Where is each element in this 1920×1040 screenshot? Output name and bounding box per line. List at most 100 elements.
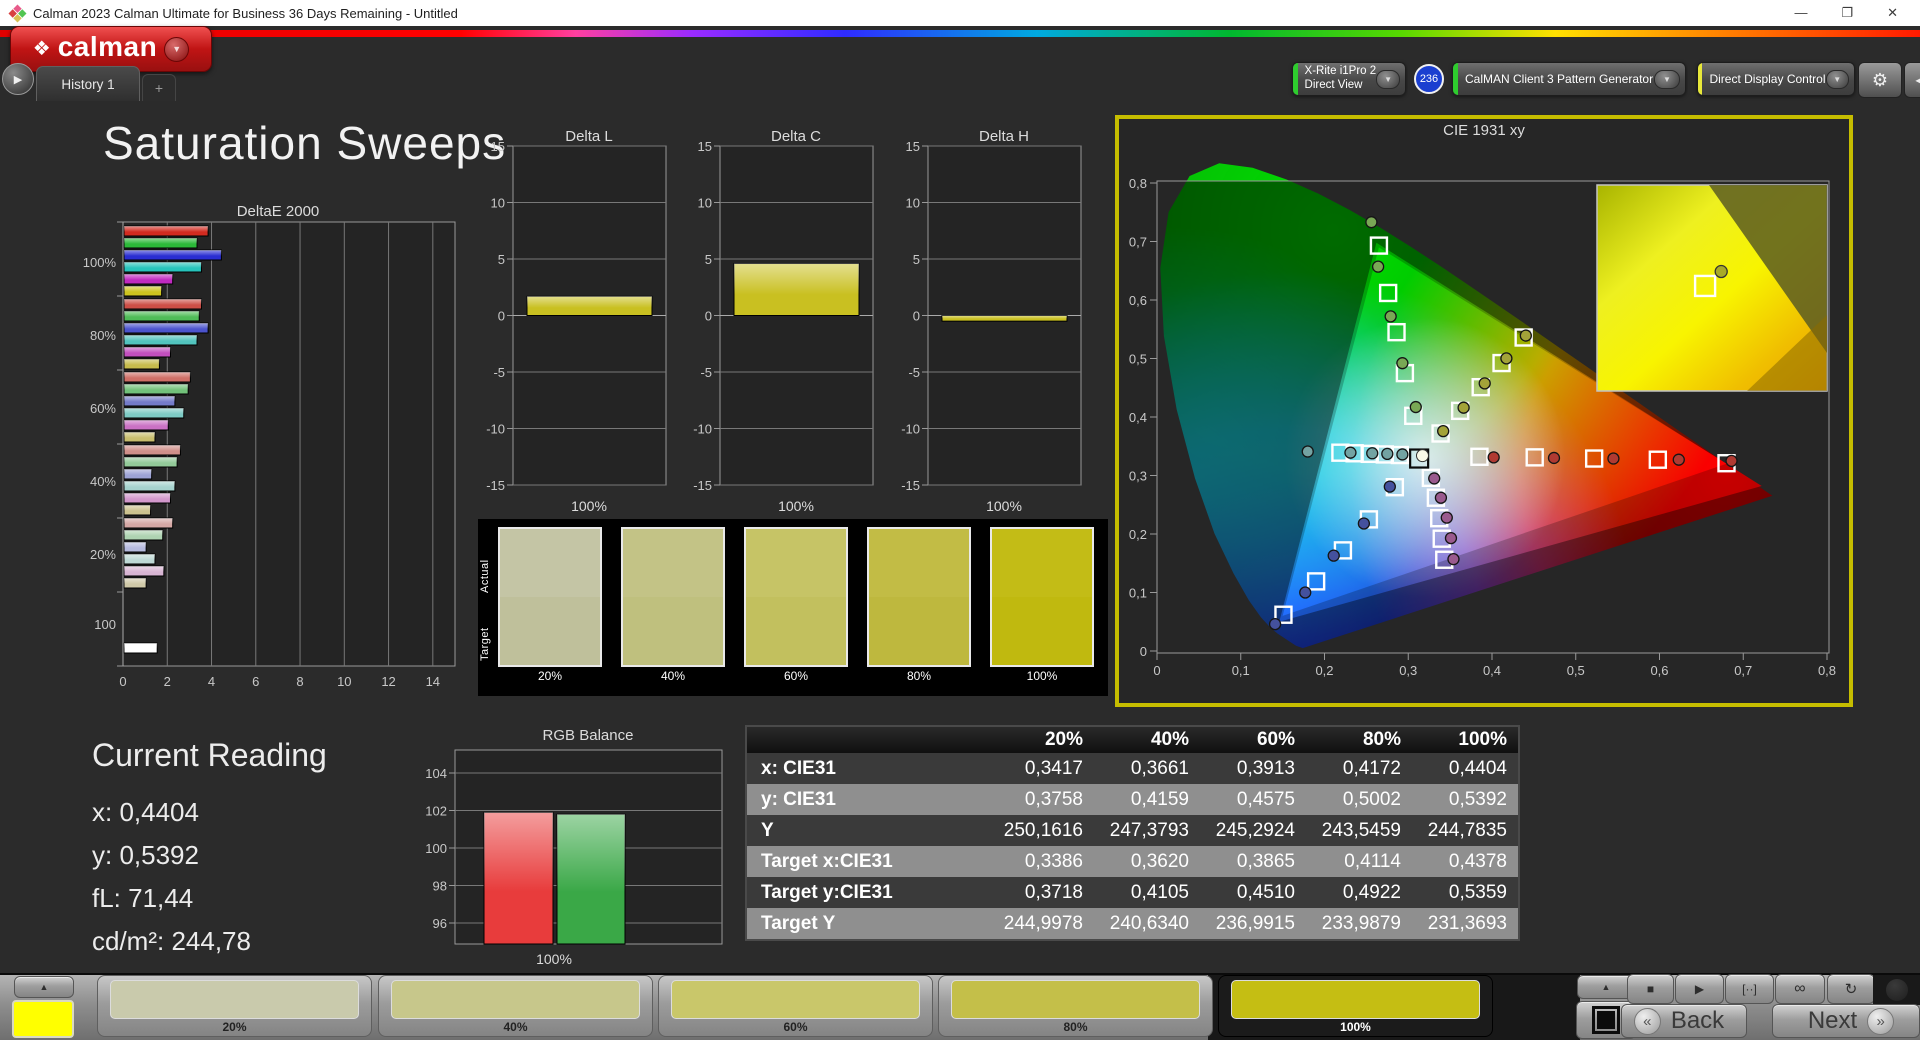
svg-text:Delta H: Delta H xyxy=(979,128,1029,145)
pattern-swatch-80%[interactable]: 80% xyxy=(938,975,1213,1037)
svg-text:12: 12 xyxy=(381,674,395,689)
tab-history-1[interactable]: History 1 xyxy=(36,66,140,101)
up-arrow-icon: ▲ xyxy=(39,982,49,992)
svg-text:0,5: 0,5 xyxy=(1129,352,1147,367)
display-control-dropdown[interactable]: Direct Display Control ▼ xyxy=(1697,62,1855,96)
compare-swatch-40% xyxy=(621,527,725,667)
svg-text:-15: -15 xyxy=(693,478,712,493)
svg-text:0,8: 0,8 xyxy=(1129,176,1147,191)
svg-text:10: 10 xyxy=(906,196,920,211)
svg-text:14: 14 xyxy=(426,674,440,689)
compare-swatch-label: 20% xyxy=(537,669,563,683)
next-chevron-icon: » xyxy=(1867,1007,1895,1035)
pattern-swatch-label: 40% xyxy=(503,1020,528,1034)
compare-swatch-80% xyxy=(867,527,971,667)
table-row: Target x:CIE31 0,3386 0,3620 0,3865 0,4114 0,… xyxy=(747,846,1518,877)
pattern-swatch-label: 20% xyxy=(222,1020,247,1034)
svg-text:80%: 80% xyxy=(90,328,116,343)
svg-text:4: 4 xyxy=(208,674,215,689)
svg-text:15: 15 xyxy=(906,139,920,154)
svg-text:0: 0 xyxy=(1153,663,1160,678)
tab-scroll-button[interactable]: ▶ xyxy=(2,63,34,95)
svg-text:0,1: 0,1 xyxy=(1129,586,1147,601)
calman-logo-icon: ❖ xyxy=(32,37,51,60)
svg-text:0: 0 xyxy=(705,309,712,324)
back-button[interactable]: « Back xyxy=(1621,1004,1747,1038)
restore-button[interactable]: ❐ xyxy=(1841,5,1853,21)
svg-text:104: 104 xyxy=(425,766,447,781)
svg-text:0: 0 xyxy=(498,309,505,324)
compare-swatch-label: 80% xyxy=(906,669,932,683)
pattern-swatch-100%[interactable]: 100% xyxy=(1218,975,1493,1037)
svg-text:100%: 100% xyxy=(536,951,572,967)
svg-text:5: 5 xyxy=(913,252,920,267)
minimize-button[interactable]: — xyxy=(1794,5,1807,21)
play-measure-button[interactable]: ▶ xyxy=(1675,974,1724,1004)
display-control-label: Direct Display Control xyxy=(1709,71,1826,86)
pattern-swatch-label: 60% xyxy=(783,1020,808,1034)
compare-swatch-label: 60% xyxy=(783,669,809,683)
single-measure-button[interactable]: ■ xyxy=(1627,974,1674,1004)
pattern-generator-label: CalMAN Client 3 Pattern Generator xyxy=(1465,71,1654,86)
next-button[interactable]: Next » xyxy=(1772,1004,1920,1038)
table-row: x: CIE31 0,3417 0,3661 0,3913 0,4172 0,4404 xyxy=(747,753,1518,784)
svg-text:0,2: 0,2 xyxy=(1129,527,1147,542)
stop-icon: ■ xyxy=(1646,982,1655,996)
svg-text:100%: 100% xyxy=(83,255,117,270)
collapse-panel-button[interactable]: ◀ xyxy=(1904,62,1920,98)
svg-text:-10: -10 xyxy=(693,422,712,437)
cie-chart-title: CIE 1931 xy xyxy=(1443,122,1525,139)
svg-text:100: 100 xyxy=(94,617,116,632)
back-chevron-icon: « xyxy=(1633,1007,1661,1035)
pattern-swatch-20%[interactable]: 20% xyxy=(97,975,372,1037)
svg-text:-10: -10 xyxy=(486,422,505,437)
measurement-table: 20% 40% 60% 80% 100% x: CIE31 0,3417 0,3661 0,3… xyxy=(745,725,1520,941)
svg-text:0,7: 0,7 xyxy=(1734,663,1752,678)
refresh-icon: ↻ xyxy=(1844,981,1858,998)
pattern-swatch-color xyxy=(951,980,1200,1019)
continuous-measure-button[interactable]: ∞ xyxy=(1775,974,1825,1004)
series-measure-button[interactable]: [··] xyxy=(1725,974,1774,1004)
table-row: Target y:CIE31 0,3718 0,4105 0,4510 0,4922 0,… xyxy=(747,877,1518,908)
tab-label: History 1 xyxy=(61,76,115,92)
svg-text:60%: 60% xyxy=(90,401,116,416)
table-row: Target Y 244,9978 240,6340 236,9915 233,9879… xyxy=(747,908,1518,939)
pattern-generator-dropdown[interactable]: CalMAN Client 3 Pattern Generator ▼ xyxy=(1452,62,1686,96)
svg-text:-5: -5 xyxy=(700,365,712,380)
svg-text:102: 102 xyxy=(425,804,447,819)
svg-text:-5: -5 xyxy=(493,365,505,380)
pattern-swatch-60%[interactable]: 60% xyxy=(658,975,933,1037)
svg-text:0,1: 0,1 xyxy=(1232,663,1250,678)
spectrum-divider xyxy=(0,30,1920,37)
refresh-measure-button[interactable]: ↻ xyxy=(1827,974,1875,1004)
pattern-swatch-color xyxy=(671,980,920,1019)
pattern-panel-expand-button[interactable]: ▲ xyxy=(14,976,74,998)
actual-target-swatch-panel: Actual Target 20% 40% 60% 80% 100% xyxy=(478,519,1108,696)
target-row-label: Target xyxy=(479,627,491,661)
meter-dropdown[interactable]: X-Rite i1Pro 2 Direct View ▼ xyxy=(1292,62,1406,96)
current-color-tile[interactable] xyxy=(12,1000,74,1038)
compare-swatch-label: 40% xyxy=(660,669,686,683)
close-button[interactable]: ✕ xyxy=(1887,5,1898,21)
svg-text:0,7: 0,7 xyxy=(1129,235,1147,250)
rgb-balance-chart: RGB Balance 104 102 100 98 96 100% xyxy=(420,724,732,974)
pattern-swatch-label: 80% xyxy=(1063,1020,1088,1034)
svg-text:100: 100 xyxy=(425,841,447,856)
play-icon: ▶ xyxy=(13,73,23,86)
reading-fl: fL: 71,44 xyxy=(92,883,194,913)
delta-h-chart: Delta H 15 10 5 0 -5 -10 -15 100% xyxy=(882,123,1097,523)
delta-c-chart: Delta C 15 10 5 0 -5 -10 -15 100% xyxy=(674,123,889,523)
pattern-swatch-40%[interactable]: 40% xyxy=(378,975,653,1037)
chevron-down-icon: ▼ xyxy=(1654,69,1680,89)
svg-text:0,8: 0,8 xyxy=(1818,663,1836,678)
table-row: y: CIE31 0,3758 0,4159 0,4575 0,5002 0,5392 xyxy=(747,784,1518,815)
gear-icon: ⚙ xyxy=(1871,69,1889,90)
pattern-status-bar xyxy=(1453,63,1458,95)
svg-text:-5: -5 xyxy=(908,365,920,380)
settings-button[interactable]: ⚙ xyxy=(1858,62,1902,98)
add-tab-button[interactable]: + xyxy=(142,74,176,101)
svg-text:0,2: 0,2 xyxy=(1315,663,1333,678)
display-status-bar xyxy=(1698,63,1703,95)
app-icon xyxy=(8,3,27,23)
deltae2000-chart: DeltaE 2000 0 2 4 6 8 10 12 14 100% 80% … xyxy=(60,198,472,698)
